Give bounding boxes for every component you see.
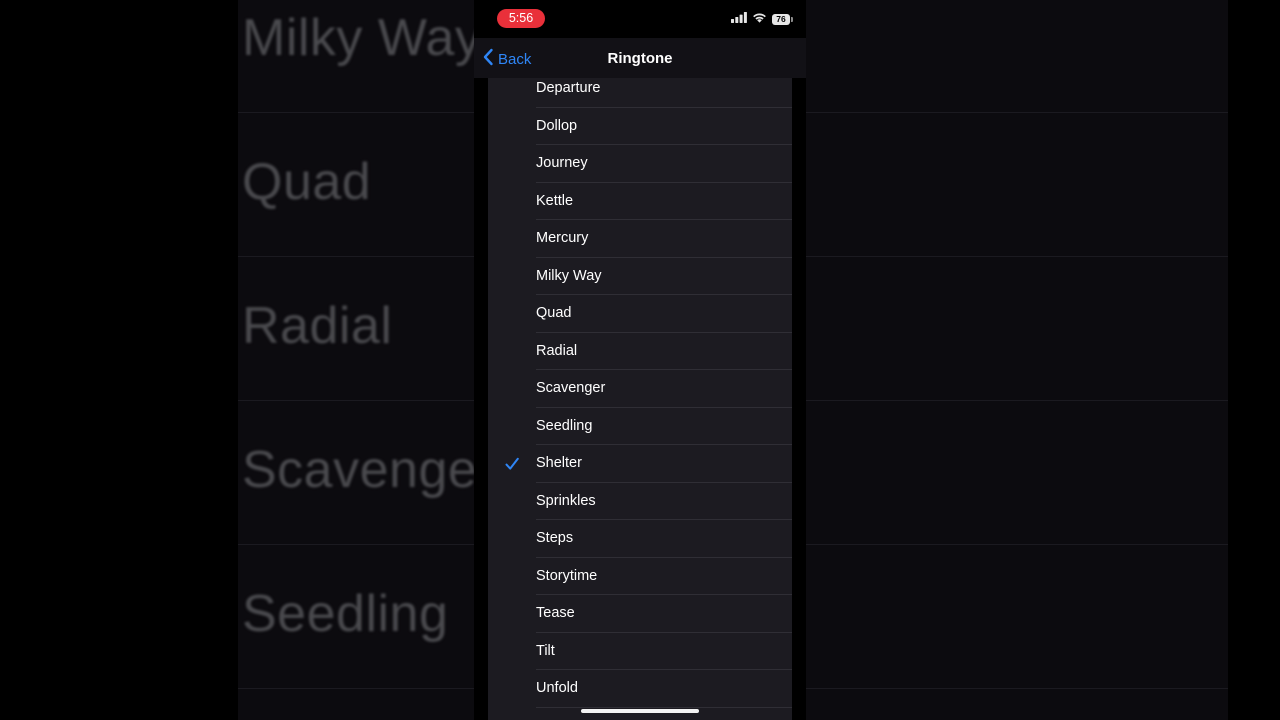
ringtone-item-shelter[interactable]: Shelter	[488, 445, 792, 483]
ringtone-item-milky-way[interactable]: Milky Way	[488, 258, 792, 295]
ringtone-label: Shelter	[536, 455, 582, 471]
background-label: Milky Way	[242, 9, 482, 67]
background-label: Seedling	[242, 585, 449, 643]
ringtone-label: Storytime	[536, 567, 598, 584]
checkmark-icon	[504, 456, 520, 472]
ringtone-label: Dollop	[536, 117, 578, 134]
ringtone-label: Unfold	[536, 680, 578, 696]
ringtone-item-dollop[interactable]: Dollop	[488, 108, 792, 145]
wifi-icon	[752, 10, 767, 28]
status-bar: 5:56 76	[474, 0, 806, 38]
ringtone-item-storytime[interactable]: Storytime	[488, 558, 792, 595]
ringtone-label: Seedling	[536, 417, 593, 434]
ringtone-item-seedling[interactable]: Seedling	[488, 408, 792, 445]
ringtone-item-journey[interactable]: Journey	[488, 145, 792, 183]
row-divider	[536, 706, 792, 708]
ringtone-label: Departure	[536, 80, 601, 96]
ringtone-item-departure[interactable]: Departure	[488, 78, 792, 108]
ringtone-item-tilt[interactable]: Tilt	[488, 633, 792, 670]
background-label: Scavenger	[242, 441, 496, 499]
phone-screen: 5:56 76 Back Ringtone Departure Dollop J…	[474, 0, 806, 720]
ringtone-label: Journey	[536, 155, 588, 171]
ringtone-item-mercury[interactable]: Mercury	[488, 220, 792, 258]
status-icons: 76	[731, 10, 793, 28]
ringtone-label: Scavenger	[536, 380, 606, 396]
screen: Milky Way Quad Radial Scavenger Seedling…	[0, 0, 1280, 720]
ringtone-item-scavenger[interactable]: Scavenger	[488, 370, 792, 408]
ringtone-item-kettle[interactable]: Kettle	[488, 183, 792, 220]
ringtone-label: Mercury	[536, 230, 589, 246]
ringtone-label: Steps	[536, 530, 574, 546]
home-indicator[interactable]	[581, 709, 699, 713]
ringtone-label: Tease	[536, 605, 575, 621]
ringtone-item-radial[interactable]: Radial	[488, 333, 792, 370]
background-label: Quad	[242, 153, 372, 211]
status-time: 5:56	[497, 9, 545, 28]
ringtone-item-quad[interactable]: Quad	[488, 295, 792, 333]
navigation-bar: Back Ringtone	[474, 38, 806, 78]
ringtone-label: Radial	[536, 342, 578, 359]
background-label: Radial	[242, 297, 393, 355]
ringtone-label: Tilt	[536, 642, 555, 659]
ringtone-item-unfold[interactable]: Unfold	[488, 670, 792, 708]
page-title: Ringtone	[607, 50, 673, 67]
ringtone-item-tease[interactable]: Tease	[488, 595, 792, 633]
ringtone-list: Departure Dollop Journey Kettle Mercury …	[488, 78, 792, 720]
ringtone-label: Quad	[536, 305, 572, 321]
ringtone-label: Sprinkles	[536, 492, 596, 509]
cellular-signal-icon	[731, 10, 747, 28]
ringtone-label: Milky Way	[536, 267, 602, 284]
ringtone-item-sprinkles[interactable]: Sprinkles	[488, 483, 792, 520]
battery-icon: 76	[772, 13, 793, 25]
ringtone-label: Kettle	[536, 192, 574, 209]
ringtone-item-steps[interactable]: Steps	[488, 520, 792, 558]
